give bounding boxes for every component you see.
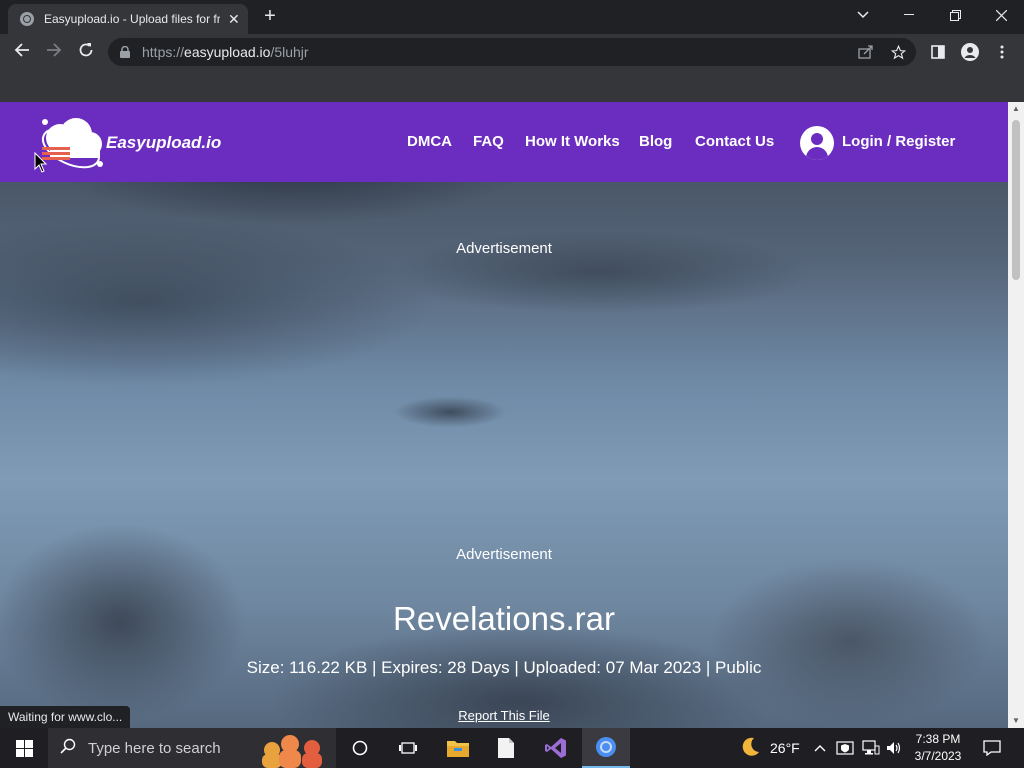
scrollbar-thumb[interactable]: [1012, 120, 1020, 280]
restore-button[interactable]: [932, 0, 978, 30]
url-path: /5luhjr: [270, 44, 309, 60]
easyupload-logo-icon[interactable]: [38, 114, 108, 172]
report-file-link[interactable]: Report This File: [0, 708, 1008, 723]
browser-toolbar: https://easyupload.io/5luhjr: [0, 34, 1024, 70]
clock-time: 7:38 PM: [915, 732, 961, 746]
url-text: https://easyupload.io/5luhjr: [142, 44, 309, 60]
menu-kebab-icon[interactable]: [990, 40, 1014, 64]
cortana-icon[interactable]: [336, 728, 384, 768]
taskbar-search-box[interactable]: Type here to search: [48, 728, 336, 768]
notepad-icon[interactable]: [482, 728, 530, 768]
weather-temperature: 26°F: [770, 740, 800, 756]
search-highlight-illustration-icon: [262, 735, 322, 768]
advertisement-label: Advertisement: [456, 240, 552, 257]
bookmarks-bar: [0, 70, 1024, 102]
mouse-cursor-icon: [34, 152, 48, 173]
advertisement-label: Advertisement: [456, 546, 552, 563]
back-arrow-icon[interactable]: [10, 40, 34, 64]
browser-status-bubble: Waiting for www.clo...: [0, 706, 131, 728]
new-tab-button[interactable]: +: [260, 6, 280, 26]
tab-title: Easyupload.io - Upload files for free: [44, 12, 220, 26]
nav-link-dmca[interactable]: DMCA: [407, 133, 452, 150]
taskbar-search-placeholder: Type here to search: [88, 739, 221, 757]
volume-icon[interactable]: [886, 728, 902, 768]
defender-security-icon[interactable]: [836, 728, 854, 768]
moon-icon: [738, 735, 762, 762]
login-register-link[interactable]: Login / Register: [842, 133, 955, 150]
tab-search-chevron-icon[interactable]: [840, 0, 886, 30]
windows-taskbar: Type here to search 26°F 7:38 PM 3/7/202…: [0, 728, 1024, 768]
bookmark-star-icon[interactable]: [884, 38, 912, 66]
browser-tab[interactable]: Easyupload.io - Upload files for free ✕: [8, 4, 248, 34]
clock-date: 3/7/2023: [914, 749, 962, 763]
reload-icon[interactable]: [74, 40, 98, 64]
file-explorer-icon[interactable]: [434, 728, 482, 768]
globe-icon: [20, 12, 34, 26]
forward-arrow-icon[interactable]: [42, 40, 66, 64]
lock-icon[interactable]: [120, 45, 132, 58]
close-window-button[interactable]: [978, 0, 1024, 30]
visual-studio-icon[interactable]: [532, 728, 580, 768]
url-scheme: https://: [142, 44, 185, 60]
file-name-title: Revelations.rar: [393, 600, 615, 637]
scroll-up-arrow-icon[interactable]: ▲: [1008, 102, 1024, 116]
file-meta-info: Size: 116.22 KB | Expires: 28 Days | Upl…: [246, 658, 762, 677]
nav-link-blog[interactable]: Blog: [639, 133, 672, 150]
share-icon[interactable]: [852, 38, 880, 66]
notification-center-icon[interactable]: [980, 728, 1004, 768]
profile-icon[interactable]: [958, 40, 982, 64]
page-viewport: Easyupload.io DMCA FAQ How It Works Blog…: [0, 102, 1008, 728]
nav-link-how-it-works[interactable]: How It Works: [525, 133, 620, 150]
url-host: easyupload.io: [184, 44, 271, 60]
address-bar[interactable]: https://easyupload.io/5luhjr: [108, 38, 916, 66]
side-panel-icon[interactable]: [926, 40, 950, 64]
user-avatar-icon[interactable]: [800, 126, 834, 160]
page-scrollbar[interactable]: ▲ ▼: [1008, 102, 1024, 728]
windows-start-icon[interactable]: [0, 728, 48, 768]
logo-text[interactable]: Easyupload.io: [106, 133, 221, 153]
show-hidden-icons-chevron-icon[interactable]: [814, 728, 826, 768]
network-icon[interactable]: [862, 728, 880, 768]
chrome-icon[interactable]: [582, 728, 630, 768]
minimize-button[interactable]: [886, 0, 932, 30]
taskbar-clock[interactable]: 7:38 PM 3/7/2023: [908, 731, 968, 765]
browser-titlebar: Easyupload.io - Upload files for free ✕ …: [0, 0, 1024, 34]
nav-link-faq[interactable]: FAQ: [473, 133, 504, 150]
scroll-down-arrow-icon[interactable]: ▼: [1008, 714, 1024, 728]
search-icon: [60, 738, 76, 759]
tab-close-icon[interactable]: ✕: [228, 11, 240, 28]
site-header: Easyupload.io DMCA FAQ How It Works Blog…: [0, 102, 1008, 182]
nav-link-contact-us[interactable]: Contact Us: [695, 133, 774, 150]
task-view-icon[interactable]: [384, 728, 432, 768]
weather-widget[interactable]: 26°F: [738, 728, 800, 768]
